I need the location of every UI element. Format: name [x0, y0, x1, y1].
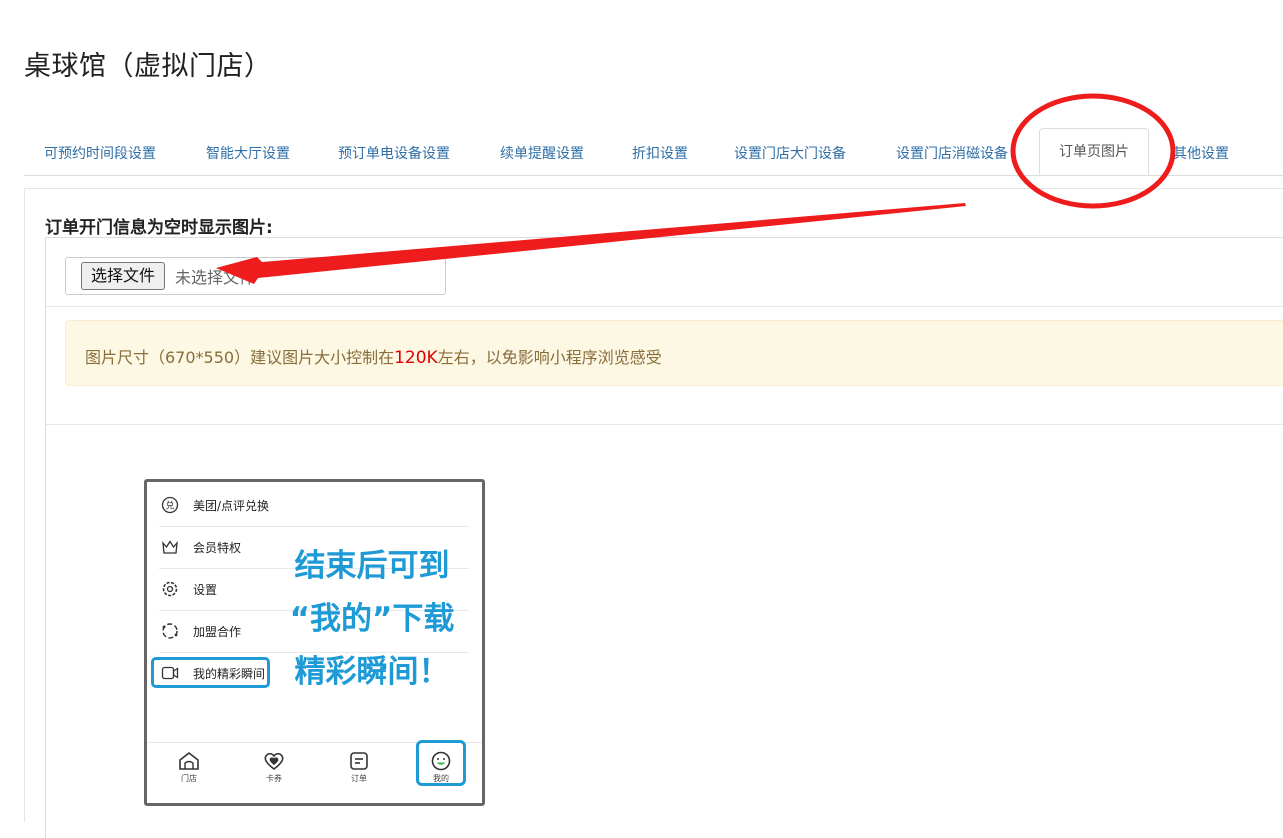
tab-other-settings[interactable]: 其他设置: [1173, 143, 1229, 163]
tab-renewal-reminder[interactable]: 续单提醒设置: [500, 143, 584, 163]
promo-text: 结束后可到 “我的”下载 精彩瞬间！: [267, 540, 477, 699]
tab-store-door-device[interactable]: 设置门店大门设备: [734, 143, 846, 163]
menu-item-label: 美团/点评兑换: [193, 499, 270, 513]
order-icon: [350, 752, 368, 770]
crown-icon: [162, 540, 178, 554]
exchange-icon: 兑: [161, 496, 179, 514]
tabbar-store: 门店: [159, 751, 219, 784]
page-title: 桌球馆（虚拟门店）: [24, 51, 272, 82]
settings-tabs: 可预约时间段设置 智能大厅设置 预订单电设备设置 续单提醒设置 折扣设置 设置门…: [24, 128, 1283, 176]
promo-line: 结束后可到: [294, 548, 450, 584]
promo-line: “我的”下载: [289, 601, 455, 637]
mine-tab-callout-box: [416, 740, 466, 786]
divider: [46, 424, 1283, 425]
highlight-moments-callout-box: [151, 657, 270, 688]
promo-line: 精彩瞬间！: [294, 654, 450, 690]
menu-item-meituan-exchange: 兑 美团/点评兑换: [159, 484, 469, 527]
svg-text:兑: 兑: [165, 500, 174, 512]
choose-file-button[interactable]: 选择文件: [81, 262, 166, 290]
tabbar-coupons: 卡券: [244, 751, 304, 784]
tabbar-orders: 订单: [329, 751, 389, 784]
tab-order-page-image[interactable]: 订单页图片: [1039, 128, 1149, 175]
store-icon: [179, 751, 199, 770]
tab-discount[interactable]: 折扣设置: [632, 143, 688, 163]
image-size-notice: 图片尺寸（670*550）建议图片大小控制在120K左右，以免影响小程序浏览感受: [65, 320, 1283, 386]
tab-reservation-power-device[interactable]: 预订单电设备设置: [338, 143, 450, 163]
order-page-image-preview: 兑 美团/点评兑换 会员特权 设置 加盟合作 我的精彩瞬间 结束后可到 “我的”…: [144, 479, 485, 806]
menu-item-label: 设置: [193, 583, 218, 597]
notice-text-after: 左右，以免影响小程序浏览感受: [437, 348, 662, 367]
tabbar-label: 卡券: [266, 774, 282, 783]
heart-icon: [264, 752, 284, 771]
order-image-section-label: 订单开门信息为空时显示图片:: [45, 218, 273, 238]
file-input[interactable]: 选择文件 未选择文件: [65, 257, 446, 295]
join-icon: [162, 623, 178, 639]
tab-reservable-time-slots[interactable]: 可预约时间段设置: [44, 143, 156, 163]
menu-item-label: 加盟合作: [193, 625, 242, 639]
tab-smart-hall[interactable]: 智能大厅设置: [206, 143, 290, 163]
tabbar-label: 订单: [351, 774, 367, 783]
tab-store-demagnetizer-device[interactable]: 设置门店消磁设备: [896, 143, 1008, 163]
file-status-text: 未选择文件: [175, 268, 256, 287]
gear-icon: [162, 581, 178, 597]
notice-text-before: 图片尺寸（670*550）建议图片大小控制在: [85, 348, 395, 367]
tabbar-label: 门店: [181, 774, 197, 783]
notice-size-highlight: 120K: [394, 348, 438, 368]
notice-text: 图片尺寸（670*550）建议图片大小控制在120K左右，以免影响小程序浏览感受: [85, 344, 662, 368]
menu-item-label: 会员特权: [193, 541, 242, 555]
divider: [46, 306, 1283, 307]
